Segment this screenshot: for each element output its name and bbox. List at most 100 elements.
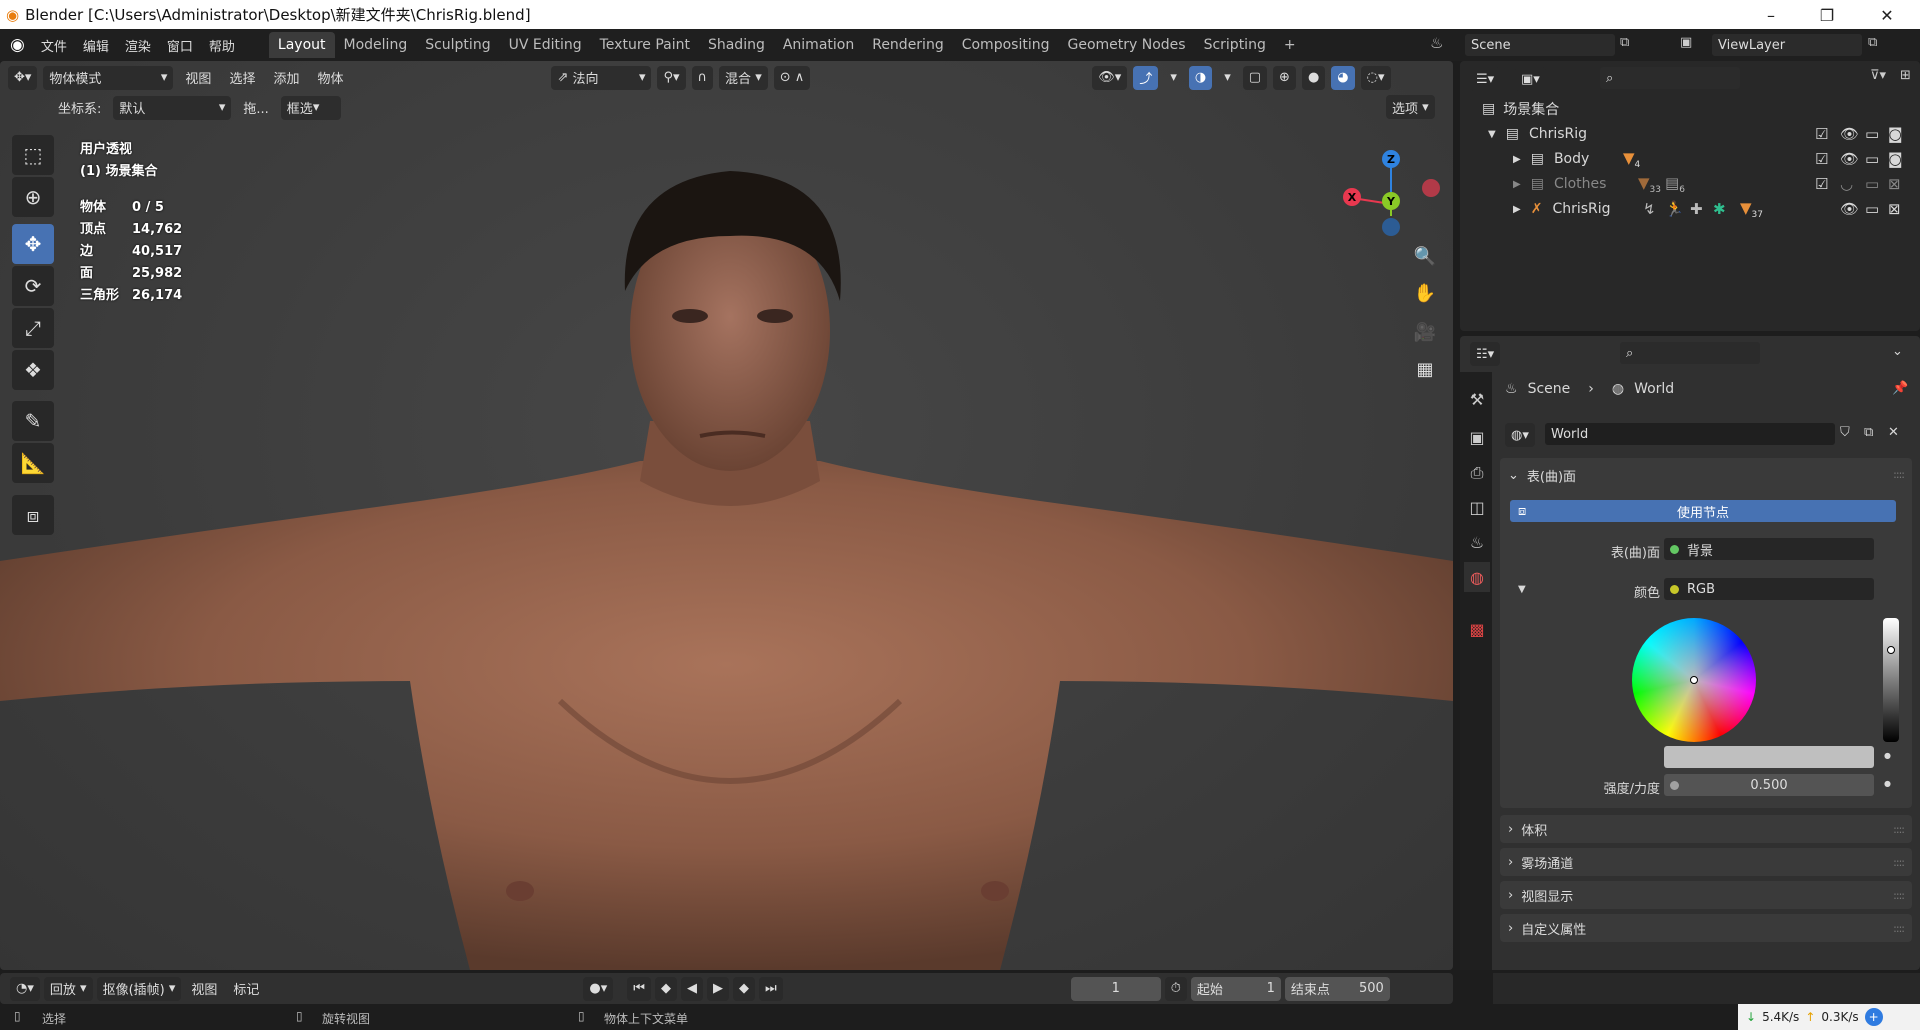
cursor-tool[interactable]: ⊕ <box>12 177 54 217</box>
tab-rendering[interactable]: Rendering <box>863 32 953 58</box>
expand-icon[interactable]: ▶ <box>1513 204 1521 215</box>
menu-add[interactable]: 添加 <box>267 68 305 87</box>
pan-hand-icon[interactable]: ✋ <box>1410 278 1440 308</box>
exclude-checkbox[interactable]: ☑ <box>1815 175 1828 193</box>
tab-scripting[interactable]: Scripting <box>1195 32 1275 58</box>
texture-tab-icon[interactable]: ▩ <box>1464 614 1490 644</box>
viewport-display-panel[interactable]: › 视图显示:::: <box>1500 881 1912 909</box>
menu-file[interactable]: 文件 <box>33 36 75 55</box>
tab-geometry-nodes[interactable]: Geometry Nodes <box>1058 32 1194 58</box>
exclude-checkbox[interactable]: ☑ <box>1815 125 1828 143</box>
tab-shading[interactable]: Shading <box>699 32 774 58</box>
gizmo-y-axis[interactable]: Y <box>1382 192 1400 210</box>
tab-compositing[interactable]: Compositing <box>953 32 1059 58</box>
prev-keyframe-button[interactable]: ◆ <box>655 976 677 1001</box>
outliner-item[interactable]: ▶ ▤ Body ▼4 ☑ 👁 ▭ ◙ <box>1460 147 1920 171</box>
scene-selector[interactable]: Scene <box>1465 34 1615 56</box>
menu-object[interactable]: 物体 <box>311 68 349 87</box>
jump-end-button[interactable]: ⏭ <box>759 976 783 1001</box>
scene-tab-icon[interactable]: ♨ <box>1464 527 1490 557</box>
strength-field[interactable]: 0.500 <box>1664 774 1874 796</box>
color-wheel[interactable] <box>1632 618 1756 742</box>
camera-icon[interactable]: ◙ <box>1888 150 1903 168</box>
next-keyframe-button[interactable]: ◆ <box>733 976 755 1001</box>
menu-marker[interactable]: 标记 <box>227 979 265 998</box>
material-preview-button[interactable]: ◕ <box>1331 65 1355 90</box>
editor-type-button[interactable]: ◔▾ <box>10 976 40 1001</box>
pin-icon[interactable]: 📌 <box>1892 381 1908 396</box>
new-view-layer-icon[interactable]: ⧉ <box>1868 35 1877 50</box>
gizmo-toggle[interactable]: ⤴ <box>1133 65 1159 90</box>
rotate-tool[interactable]: ⟳ <box>12 266 54 306</box>
view-layer-tab-icon[interactable]: ◫ <box>1464 492 1490 522</box>
stopwatch-icon[interactable]: ⏱ <box>1164 976 1187 1001</box>
outliner-item[interactable]: ▶ ✗ ChrisRig ↯ 🏃 ✚ ✱ ▼37 👁 ▭ ⊠ <box>1460 197 1920 221</box>
surface-shader-field[interactable]: 背景 <box>1664 538 1874 560</box>
color-swatch[interactable] <box>1664 746 1874 768</box>
drag-handle-icon[interactable]: :::: <box>1893 889 1905 902</box>
tab-animation[interactable]: Animation <box>774 32 863 58</box>
blender-menu-icon[interactable]: ◉ <box>10 35 25 55</box>
snap-icon[interactable]: ∩ <box>691 65 714 90</box>
mode-dropdown[interactable]: 物体模式 ▾ <box>43 65 174 90</box>
breadcrumb-scene[interactable]: Scene <box>1528 381 1571 397</box>
camera-disabled-icon[interactable]: ⊠ <box>1888 175 1901 193</box>
current-frame-field[interactable]: 1 <box>1070 976 1161 1001</box>
drag-handle-icon[interactable]: :::: <box>1893 468 1905 481</box>
rendered-shading-button[interactable]: ◌▾ <box>1360 65 1391 90</box>
tool-tab-icon[interactable]: ⚒ <box>1464 384 1490 414</box>
menu-edit[interactable]: 编辑 <box>75 36 117 55</box>
plus-badge-icon[interactable]: + <box>1864 1008 1883 1026</box>
overlay-toggle[interactable]: ◑ <box>1188 65 1213 90</box>
surface-panel-header[interactable]: ⌄ 表(曲)面 <box>1508 462 1576 488</box>
editor-type-button[interactable]: ☷▾ <box>1470 342 1501 366</box>
display-mode-dropdown[interactable]: ☰▾ <box>1470 67 1501 91</box>
tab-sculpting[interactable]: Sculpting <box>416 32 499 58</box>
gizmo-neg-x[interactable] <box>1422 179 1440 197</box>
move-tool[interactable]: ✥ <box>12 224 54 264</box>
3d-viewport[interactable]: ✥▾ 物体模式 ▾ 视图 选择 添加 物体 ⇗ 法向 ▾ ⚲▾ ∩ 混合 ▾ ⊙ ∧… <box>0 61 1453 970</box>
menu-help[interactable]: 帮助 <box>201 36 243 55</box>
keying-dropdown[interactable]: 抠像(插帧) ▾ <box>96 976 182 1001</box>
transform-tool[interactable]: ❖ <box>12 350 54 390</box>
output-tab-icon[interactable]: ⎙ <box>1464 458 1490 488</box>
tab-texture-paint[interactable]: Texture Paint <box>591 32 699 58</box>
add-cube-tool[interactable]: ⧈ <box>12 495 54 535</box>
zoom-icon[interactable]: 🔍 <box>1410 241 1440 271</box>
maximize-button[interactable]: ❐ <box>1804 2 1850 28</box>
tab-layout[interactable]: Layout <box>268 32 335 58</box>
color-wheel-cursor[interactable] <box>1690 676 1698 684</box>
new-scene-icon[interactable]: ⧉ <box>1620 35 1629 50</box>
drag-dropdown[interactable]: 框选 ▾ <box>280 95 341 120</box>
wireframe-shading-button[interactable]: ⊕ <box>1273 65 1296 90</box>
tab-modeling[interactable]: Modeling <box>335 32 417 58</box>
render-tab-icon[interactable]: ▣ <box>1464 422 1490 452</box>
play-button[interactable]: ▶ <box>707 976 729 1001</box>
snap-mode-dropdown[interactable]: 混合 ▾ <box>719 65 768 90</box>
monitor-icon[interactable]: ▭ <box>1865 175 1879 193</box>
value-slider-handle[interactable] <box>1887 646 1895 654</box>
breadcrumb-world[interactable]: World <box>1634 381 1674 397</box>
coord-system-dropdown[interactable]: 默认 ▾ <box>113 95 232 120</box>
proportional-edit-button[interactable]: ⊙ ∧ <box>773 65 811 90</box>
camera-view-icon[interactable]: 🎥 <box>1410 317 1440 347</box>
menu-window[interactable]: 窗口 <box>159 36 201 55</box>
custom-properties-panel[interactable]: › 自定义属性:::: <box>1500 914 1912 942</box>
world-browse-button[interactable]: ◍▾ <box>1505 423 1535 447</box>
xray-toggle[interactable]: ▢ <box>1242 65 1268 90</box>
keyframe-dot-icon[interactable]: ● <box>1884 751 1891 760</box>
tab-uv-editing[interactable]: UV Editing <box>500 32 591 58</box>
menu-view[interactable]: 视图 <box>185 979 223 998</box>
gizmo-x-axis[interactable]: X <box>1343 188 1361 206</box>
drag-handle-icon[interactable]: :::: <box>1893 823 1905 836</box>
expand-icon[interactable]: ▶ <box>1513 179 1521 190</box>
solid-shading-button[interactable]: ● <box>1301 65 1326 90</box>
view-layer-selector[interactable]: ViewLayer <box>1712 34 1862 56</box>
volume-panel[interactable]: › 体积:::: <box>1500 815 1912 843</box>
editor-type-button[interactable]: ✥▾ <box>8 65 38 90</box>
new-collection-icon[interactable]: ⊞ <box>1900 68 1911 83</box>
value-slider[interactable] <box>1883 618 1899 742</box>
menu-select[interactable]: 选择 <box>223 68 261 87</box>
transform-orientation-dropdown[interactable]: ⇗ 法向 ▾ <box>551 65 652 90</box>
menu-render[interactable]: 渲染 <box>117 36 159 55</box>
